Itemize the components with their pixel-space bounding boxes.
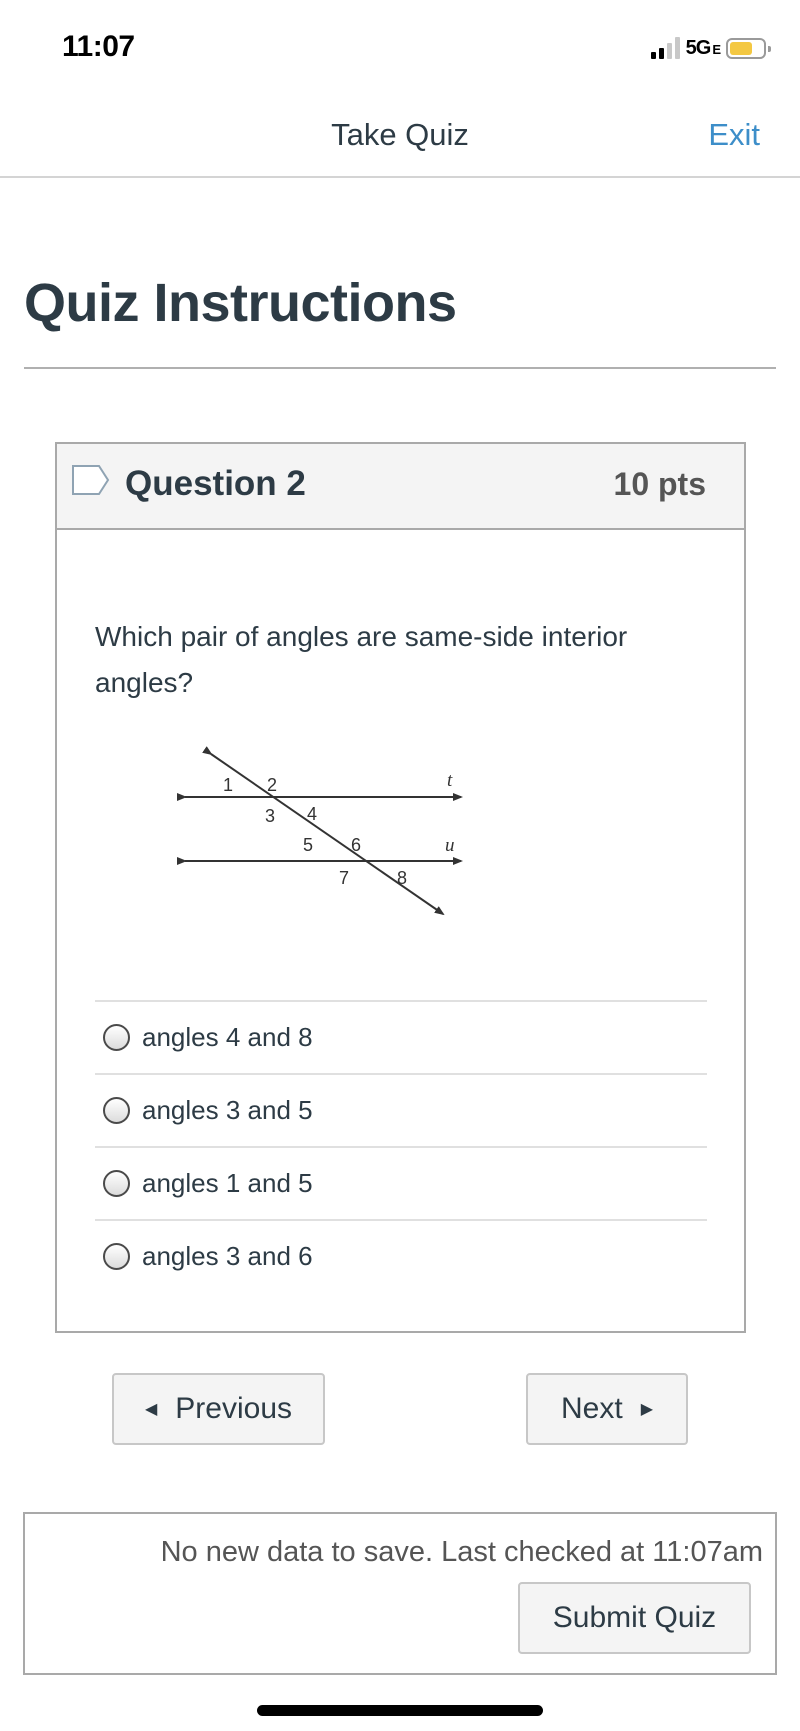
title-divider bbox=[24, 367, 776, 369]
angle-label-6: 6 bbox=[351, 835, 361, 855]
question-text: Which pair of angles are same-side inter… bbox=[95, 621, 628, 698]
angle-label-1: 1 bbox=[223, 775, 233, 795]
answer-option[interactable]: angles 4 and 8 bbox=[95, 1000, 707, 1073]
answer-option[interactable]: angles 3 and 5 bbox=[95, 1073, 707, 1146]
answer-label: angles 3 and 5 bbox=[142, 1095, 313, 1125]
angle-label-7: 7 bbox=[339, 868, 349, 888]
previous-label: Previous bbox=[175, 1392, 293, 1425]
status-bar: 11:07 5G E bbox=[0, 0, 800, 95]
transversal bbox=[202, 746, 445, 916]
exit-button[interactable]: Exit bbox=[708, 117, 760, 153]
angle-label-4: 4 bbox=[307, 804, 317, 824]
battery-icon bbox=[726, 37, 771, 59]
nav-title: Take Quiz bbox=[331, 117, 469, 152]
parallel-lines-diagram: t u 1 2 3 4 5 6 7 8 bbox=[177, 746, 463, 916]
answer-option[interactable]: angles 1 and 5 bbox=[95, 1146, 707, 1219]
status-time: 11:07 bbox=[62, 30, 135, 63]
save-status: No new data to save. Last checked at 11:… bbox=[160, 1536, 763, 1568]
radio-button[interactable] bbox=[103, 1024, 130, 1051]
radio-button[interactable] bbox=[103, 1170, 130, 1197]
home-indicator[interactable] bbox=[257, 1705, 543, 1716]
caret-right-icon: ▶ bbox=[640, 1401, 653, 1418]
radio-button[interactable] bbox=[103, 1243, 130, 1270]
question-points: 10 pts bbox=[613, 466, 706, 502]
caret-left-icon: ◀ bbox=[144, 1401, 158, 1418]
answer-label: angles 4 and 8 bbox=[142, 1022, 313, 1052]
answer-label: angles 1 and 5 bbox=[142, 1168, 313, 1198]
answer-option[interactable]: angles 3 and 6 bbox=[95, 1219, 707, 1292]
radio-button[interactable] bbox=[103, 1097, 130, 1124]
answer-list: angles 4 and 8 angles 3 and 5 angles 1 a… bbox=[95, 1000, 707, 1292]
angle-label-8: 8 bbox=[397, 868, 407, 888]
page-title: Quiz Instructions bbox=[24, 273, 457, 333]
nav-bar: Take Quiz Exit bbox=[0, 95, 800, 178]
line-label-u: u bbox=[445, 835, 455, 856]
flag-question-icon[interactable] bbox=[71, 464, 111, 496]
status-indicators: 5G E bbox=[650, 36, 771, 60]
signal-strength-icon bbox=[650, 37, 680, 59]
line-label-t: t bbox=[447, 770, 453, 791]
answer-label: angles 3 and 6 bbox=[142, 1241, 313, 1271]
next-label: Next bbox=[561, 1392, 623, 1425]
question-name: Question 2 bbox=[125, 464, 306, 503]
angle-label-3: 3 bbox=[265, 806, 275, 826]
previous-button[interactable]: ◀ Previous bbox=[112, 1373, 325, 1445]
question-header: Question 2 10 pts bbox=[57, 444, 744, 530]
angle-label-2: 2 bbox=[267, 775, 277, 795]
next-button[interactable]: Next ▶ bbox=[526, 1373, 688, 1445]
submit-quiz-button[interactable]: Submit Quiz bbox=[518, 1582, 751, 1654]
network-type: 5G E bbox=[685, 36, 721, 59]
angle-label-5: 5 bbox=[303, 835, 313, 855]
question-card: Question 2 10 pts Which pair of angles a… bbox=[55, 442, 746, 1333]
submit-panel: No new data to save. Last checked at 11:… bbox=[23, 1512, 777, 1675]
